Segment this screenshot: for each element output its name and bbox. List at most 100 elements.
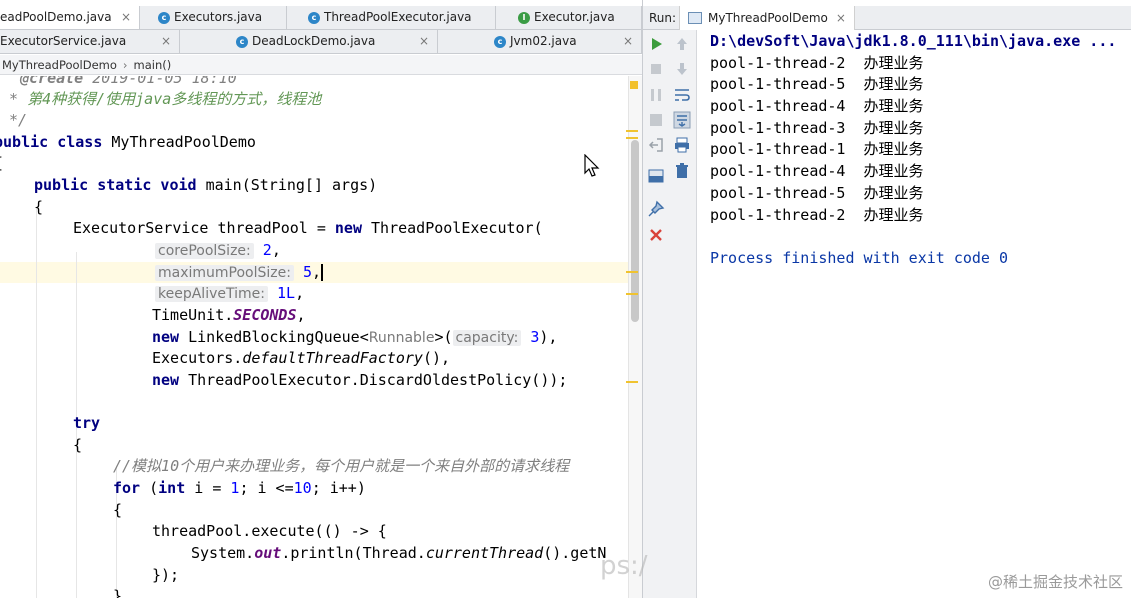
console-line: pool-1-thread-4 办理业务 bbox=[710, 97, 924, 116]
warning-marker[interactable] bbox=[630, 81, 638, 89]
tab-executorservice[interactable]: ExecutorService.java × bbox=[0, 30, 180, 53]
editor-panel: eadPoolDemo.java × c Executors.java c Th… bbox=[0, 0, 642, 598]
code-line: new LinkedBlockingQueue<Runnable>(capaci… bbox=[152, 328, 558, 346]
tab-mythreadpooldemo[interactable]: eadPoolDemo.java × bbox=[0, 6, 140, 29]
code-line: * 第4种获得/使用java多线程的方式，线程池 bbox=[0, 90, 322, 108]
code-line: */ bbox=[0, 111, 28, 129]
gutter-marker[interactable] bbox=[626, 293, 638, 295]
code-line: { bbox=[73, 436, 83, 454]
tab-label: Executors.java bbox=[174, 10, 263, 24]
code-line: { bbox=[34, 198, 44, 216]
gutter-marker[interactable] bbox=[626, 130, 638, 132]
pin-icon[interactable] bbox=[647, 200, 665, 218]
code-line: TimeUnit.SECONDS, bbox=[152, 306, 306, 324]
close-icon[interactable]: × bbox=[836, 6, 846, 30]
tab-label: Executor.java bbox=[534, 10, 615, 24]
close-icon[interactable]: × bbox=[623, 30, 633, 53]
class-c-icon: c bbox=[494, 36, 506, 48]
breadcrumb-class[interactable]: MyThreadPoolDemo bbox=[2, 58, 117, 72]
close-icon[interactable]: × bbox=[161, 30, 171, 53]
code-line: } bbox=[113, 587, 123, 598]
code-line: try bbox=[73, 414, 101, 432]
close-icon[interactable]: × bbox=[419, 30, 429, 53]
code-line: }); bbox=[152, 566, 180, 584]
code-line: @create 2019-01-05 18:10 bbox=[20, 76, 237, 87]
scroll-to-end-icon[interactable] bbox=[673, 111, 691, 129]
code-line: Executors.defaultThreadFactory(), bbox=[152, 349, 451, 367]
down-arrow-icon[interactable] bbox=[673, 60, 691, 78]
code-line: for (int i = 1; i <=10; i++) bbox=[113, 479, 366, 497]
up-arrow-icon[interactable] bbox=[673, 35, 691, 53]
code-line: corePoolSize: 2, bbox=[155, 240, 281, 261]
code-line: maximumPoolSize: 5, bbox=[155, 262, 324, 283]
param-hint: corePoolSize: bbox=[155, 243, 254, 259]
tab-jvm02[interactable]: c Jvm02.java × bbox=[488, 30, 642, 53]
text-caret bbox=[321, 264, 324, 281]
run-toolbar bbox=[643, 30, 697, 598]
class-c-icon: c bbox=[158, 12, 170, 24]
breadcrumb-method[interactable]: main() bbox=[134, 58, 172, 72]
soft-wrap-icon[interactable] bbox=[673, 86, 691, 104]
console-exit-line: Process finished with exit code 0 bbox=[710, 248, 1009, 267]
gutter-marker[interactable] bbox=[626, 137, 638, 139]
code-line: threadPool.execute(() -> { bbox=[152, 522, 387, 540]
tab-executor[interactable]: I Executor.java bbox=[512, 6, 642, 29]
code-line: public static void main(String[] args) bbox=[34, 176, 378, 194]
trash-icon[interactable] bbox=[673, 162, 691, 180]
chevron-right-icon: › bbox=[122, 58, 128, 72]
run-label: Run: bbox=[649, 11, 677, 25]
close-icon[interactable] bbox=[647, 226, 665, 244]
close-icon[interactable]: × bbox=[121, 6, 131, 29]
class-c-icon: c bbox=[308, 12, 320, 24]
run-header: Run: MyThreadPoolDemo × bbox=[643, 6, 1131, 30]
code-line: { bbox=[0, 153, 3, 174]
param-hint: capacity: bbox=[452, 330, 522, 346]
console-command-line: D:\devSoft\Java\jdk1.8.0_111\bin\java.ex… bbox=[710, 32, 1117, 50]
console-line: pool-1-thread-2 办理业务 bbox=[710, 53, 924, 72]
console-output[interactable]: D:\devSoft\Java\jdk1.8.0_111\bin\java.ex… bbox=[710, 31, 1130, 270]
code-line: keepAliveTime: 1L, bbox=[155, 283, 304, 304]
console-line: pool-1-thread-5 办理业务 bbox=[710, 183, 924, 202]
stop-icon[interactable] bbox=[647, 60, 665, 78]
breadcrumb: MyThreadPoolDemo › main() bbox=[0, 55, 642, 75]
console-line: pool-1-thread-3 办理业务 bbox=[710, 118, 924, 137]
code-line: { bbox=[113, 501, 123, 519]
run-tab-title: MyThreadPoolDemo bbox=[708, 11, 828, 25]
rerun-icon[interactable] bbox=[647, 35, 665, 53]
tab-executors[interactable]: c Executors.java bbox=[152, 6, 287, 29]
console-line: pool-1-thread-2 办理业务 bbox=[710, 205, 924, 224]
tab-threadpoolexecutor[interactable]: c ThreadPoolExecutor.java bbox=[302, 6, 496, 29]
pause-icon[interactable] bbox=[647, 86, 665, 104]
print-icon[interactable] bbox=[673, 136, 691, 154]
param-hint: keepAliveTime: bbox=[155, 286, 268, 302]
editor-tabs-row-1: eadPoolDemo.java × c Executors.java c Th… bbox=[0, 6, 642, 30]
indent-guide bbox=[36, 208, 37, 598]
code-line: new ThreadPoolExecutor.DiscardOldestPoli… bbox=[152, 371, 568, 389]
tab-deadlockdemo[interactable]: c DeadLockDemo.java × bbox=[230, 30, 438, 53]
dump-threads-icon[interactable] bbox=[647, 111, 665, 129]
tab-label: DeadLockDemo.java bbox=[252, 34, 376, 48]
run-tab[interactable]: MyThreadPoolDemo × bbox=[679, 6, 855, 30]
tab-label: ExecutorService.java bbox=[0, 34, 127, 48]
tab-label: Jvm02.java bbox=[510, 34, 577, 48]
code-line: System.out.println(Thread.currentThread(… bbox=[191, 544, 607, 562]
class-c-icon: c bbox=[236, 36, 248, 48]
interface-i-icon: I bbox=[518, 12, 530, 24]
exit-icon[interactable] bbox=[647, 136, 665, 154]
tab-label: ThreadPoolExecutor.java bbox=[324, 10, 472, 24]
console-line: pool-1-thread-5 办理业务 bbox=[710, 75, 924, 94]
run-panel: Run: MyThreadPoolDemo × D:\devSoft\Java\… bbox=[642, 0, 1131, 598]
code-editor[interactable]: @create 2019-01-05 18:10 * 第4种获得/使用java多… bbox=[0, 76, 628, 598]
console-line: pool-1-thread-1 办理业务 bbox=[710, 140, 924, 159]
code-comment: //模拟10个用户来办理业务，每个用户就是一个来自外部的请求线程 bbox=[113, 457, 570, 475]
tab-label: eadPoolDemo.java bbox=[0, 10, 112, 24]
mouse-pointer-icon bbox=[584, 154, 600, 177]
watermark: @稀土掘金技术社区 bbox=[987, 573, 1123, 591]
editor-tabs-row-2: ExecutorService.java × c DeadLockDemo.ja… bbox=[0, 30, 642, 54]
gutter-marker[interactable] bbox=[626, 381, 638, 383]
overlay-ghost-text: ps:/ bbox=[600, 551, 648, 581]
code-line: ExecutorService threadPool = new ThreadP… bbox=[73, 219, 543, 237]
gutter-marker[interactable] bbox=[626, 271, 638, 273]
layout-icon[interactable] bbox=[647, 167, 665, 185]
